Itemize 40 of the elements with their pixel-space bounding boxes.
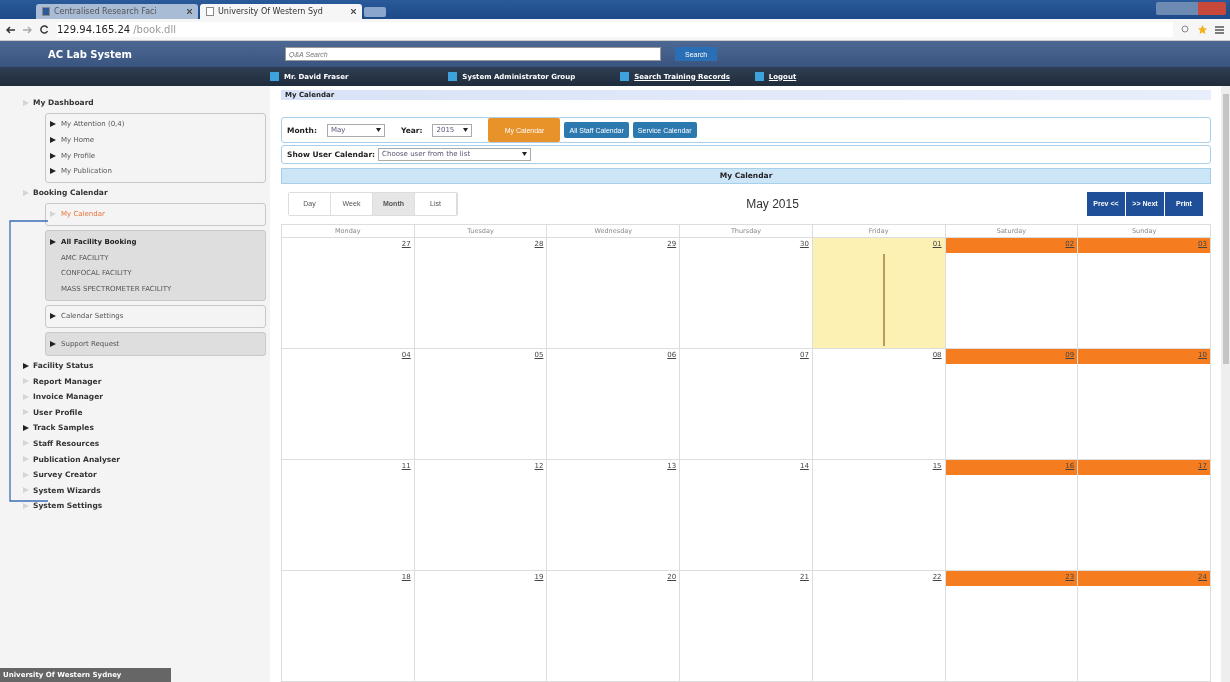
arrow-icon xyxy=(50,238,56,245)
browser-tab[interactable]: University Of Western Syd xyxy=(200,4,362,19)
calendar-title: May 2015 xyxy=(746,197,799,211)
scrollbar[interactable] xyxy=(1222,94,1229,364)
arrow-icon xyxy=(23,502,29,509)
caret-icon xyxy=(522,152,528,157)
arrow-icon xyxy=(50,137,56,143)
close-icon[interactable] xyxy=(187,9,192,14)
arrow-icon xyxy=(50,340,56,347)
browser-tab[interactable]: Centralised Research Faci xyxy=(36,4,198,19)
app-title: AC Lab System xyxy=(47,48,133,60)
arrow-icon xyxy=(23,440,29,447)
forward-icon[interactable] xyxy=(23,25,32,34)
star-icon[interactable] xyxy=(1198,25,1207,34)
arrow-icon xyxy=(23,424,29,431)
page-icon xyxy=(42,7,50,16)
arrow-icon xyxy=(50,211,56,218)
arrow-icon xyxy=(23,362,29,369)
arrow-icon xyxy=(23,487,29,494)
arrow-icon xyxy=(23,378,29,385)
close-icon[interactable] xyxy=(351,9,356,14)
arrow-icon xyxy=(50,313,56,320)
event-bar[interactable] xyxy=(882,254,885,346)
arrow-icon xyxy=(23,456,29,463)
caret-icon xyxy=(463,128,469,133)
arrow-icon xyxy=(23,189,29,196)
address-field[interactable]: 129.94.165.24 /book.dll xyxy=(57,22,1173,37)
reload-icon[interactable] xyxy=(40,25,49,34)
arrow-icon xyxy=(50,121,56,128)
arrow-icon xyxy=(23,393,29,400)
menu-icon[interactable] xyxy=(1215,25,1224,34)
back-icon[interactable] xyxy=(6,25,15,34)
arrow-icon xyxy=(23,99,29,106)
arrow-icon xyxy=(50,168,56,175)
arrow-icon xyxy=(23,409,29,416)
arrow-icon xyxy=(50,152,56,159)
zoom-icon[interactable] xyxy=(1181,25,1190,34)
page-icon xyxy=(206,7,214,16)
caret-icon xyxy=(375,128,381,133)
arrow-icon xyxy=(23,471,29,478)
